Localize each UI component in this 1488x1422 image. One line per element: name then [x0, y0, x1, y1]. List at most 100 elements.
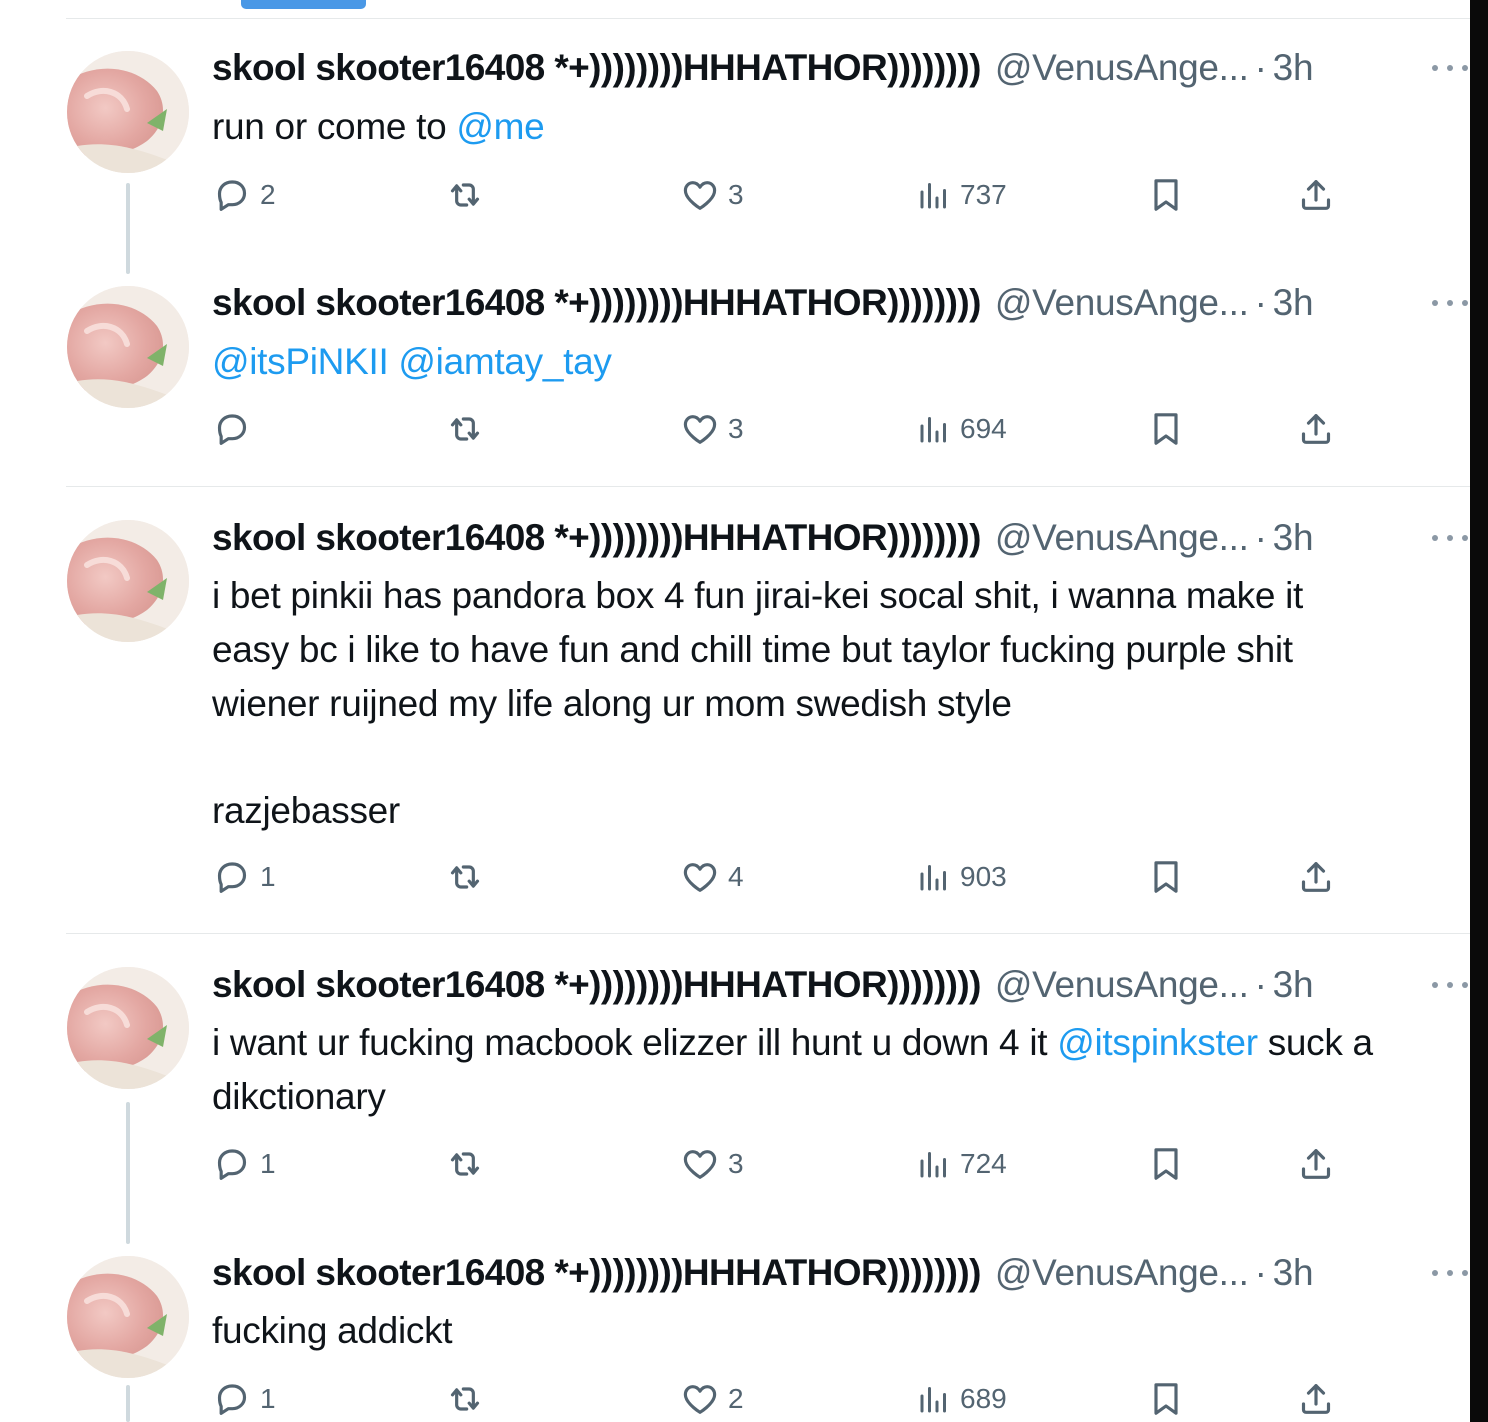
mention-link[interactable]: @iamtay_tay: [398, 341, 611, 382]
retweet-arrows-icon: [444, 409, 486, 449]
avatar[interactable]: [67, 520, 189, 642]
separator-dot: ·: [1254, 1252, 1267, 1293]
author-name[interactable]: skool skooter16408 *+))))))))HHHATHOR)))…: [212, 962, 981, 1008]
share-button[interactable]: [1296, 857, 1336, 897]
reply-count: 1: [260, 861, 276, 892]
tweet-actions: 1 4 903: [212, 857, 1342, 897]
views-button[interactable]: 689: [916, 1379, 1007, 1419]
like-button[interactable]: 3: [680, 1144, 744, 1184]
author-handle[interactable]: @VenusAnge...: [995, 962, 1249, 1008]
tweet-text-segment: fucking addickt: [212, 1310, 453, 1351]
heart-icon: [680, 409, 720, 449]
mention-link[interactable]: @itsPiNKII: [212, 341, 389, 382]
reply-bubble-icon: [212, 1144, 252, 1184]
more-dots-icon[interactable]: [1432, 1267, 1468, 1279]
bar-chart-icon: [916, 857, 952, 897]
reply-button[interactable]: [212, 409, 260, 449]
tweet-header: skool skooter16408 *+))))))))HHHATHOR)))…: [212, 280, 1314, 326]
bar-chart-icon: [916, 1144, 952, 1184]
views-button[interactable]: 724: [916, 1144, 1007, 1184]
reply-button[interactable]: 1: [212, 1379, 276, 1419]
bookmark-button[interactable]: [1146, 175, 1186, 215]
avatar[interactable]: [67, 967, 189, 1089]
retweet-button[interactable]: [444, 857, 494, 897]
tweet-text-segment: i want ur fucking macbook elizzer ill hu…: [212, 1022, 1058, 1063]
tweet-text-line: easy bc i like to have fun and chill tim…: [212, 629, 1293, 670]
reply-count: 2: [260, 179, 276, 210]
like-button[interactable]: 4: [680, 857, 744, 897]
mention-link[interactable]: @me: [456, 106, 544, 147]
tweet-divider: [66, 933, 1470, 934]
like-count: 4: [728, 861, 744, 892]
more-dots-icon[interactable]: [1432, 532, 1468, 544]
timestamp[interactable]: 3h: [1273, 45, 1314, 91]
reply-bubble-icon: [212, 1379, 252, 1419]
bookmark-button[interactable]: [1146, 1144, 1186, 1184]
like-count: 3: [728, 1148, 744, 1179]
thread-connector-line: [126, 1385, 130, 1422]
tweet-header: skool skooter16408 *+))))))))HHHATHOR)))…: [212, 515, 1314, 561]
bookmark-icon: [1146, 175, 1186, 215]
like-button[interactable]: 2: [680, 1379, 744, 1419]
bookmark-icon: [1146, 1379, 1186, 1419]
bar-chart-icon: [916, 1379, 952, 1419]
more-dots-icon[interactable]: [1432, 62, 1468, 74]
views-count: 903: [960, 861, 1007, 892]
avatar[interactable]: [67, 51, 189, 173]
heart-icon: [680, 1144, 720, 1184]
author-name[interactable]: skool skooter16408 *+))))))))HHHATHOR)))…: [212, 45, 981, 91]
tweet-divider: [66, 486, 1470, 487]
author-name[interactable]: skool skooter16408 *+))))))))HHHATHOR)))…: [212, 515, 981, 561]
bookmark-button[interactable]: [1146, 409, 1186, 449]
heart-icon: [680, 857, 720, 897]
tweet-text-segment: run or come to: [212, 106, 457, 147]
reply-button[interactable]: 1: [212, 1144, 276, 1184]
tweet-actions: 2 3 737: [212, 175, 1342, 215]
share-upload-icon: [1296, 1379, 1336, 1419]
like-button[interactable]: 3: [680, 409, 744, 449]
views-button[interactable]: 694: [916, 409, 1007, 449]
timestamp[interactable]: 3h: [1273, 962, 1314, 1008]
retweet-button[interactable]: [444, 175, 494, 215]
timestamp[interactable]: 3h: [1273, 1250, 1314, 1296]
views-button[interactable]: 737: [916, 175, 1007, 215]
reply-bubble-icon: [212, 857, 252, 897]
retweet-button[interactable]: [444, 409, 494, 449]
author-handle[interactable]: @VenusAnge...: [995, 515, 1249, 561]
share-button[interactable]: [1296, 175, 1336, 215]
heart-icon: [680, 175, 720, 215]
tweet-text-segment: [388, 341, 398, 382]
author-handle[interactable]: @VenusAnge...: [995, 280, 1249, 326]
author-name[interactable]: skool skooter16408 *+))))))))HHHATHOR)))…: [212, 280, 981, 326]
more-dots-icon[interactable]: [1432, 297, 1468, 309]
share-button[interactable]: [1296, 409, 1336, 449]
reply-button[interactable]: 1: [212, 857, 276, 897]
retweet-button[interactable]: [444, 1379, 494, 1419]
reply-count: 1: [260, 1148, 276, 1179]
retweet-button[interactable]: [444, 1144, 494, 1184]
thread-connector-line: [126, 183, 130, 274]
bar-chart-icon: [916, 409, 952, 449]
avatar[interactable]: [67, 1256, 189, 1378]
timestamp[interactable]: 3h: [1273, 280, 1314, 326]
bookmark-button[interactable]: [1146, 857, 1186, 897]
author-handle[interactable]: @VenusAnge...: [995, 1250, 1249, 1296]
tweet-header: skool skooter16408 *+))))))))HHHATHOR)))…: [212, 1250, 1314, 1296]
reply-button[interactable]: 2: [212, 175, 276, 215]
views-button[interactable]: 903: [916, 857, 1007, 897]
share-button[interactable]: [1296, 1144, 1336, 1184]
like-button[interactable]: 3: [680, 175, 744, 215]
timestamp[interactable]: 3h: [1273, 515, 1314, 561]
bookmark-button[interactable]: [1146, 1379, 1186, 1419]
avatar[interactable]: [67, 286, 189, 408]
author-name[interactable]: skool skooter16408 *+))))))))HHHATHOR)))…: [212, 1250, 981, 1296]
views-count: 737: [960, 179, 1007, 210]
share-upload-icon: [1296, 175, 1336, 215]
author-handle[interactable]: @VenusAnge...: [995, 45, 1249, 91]
bar-chart-icon: [916, 175, 952, 215]
mention-link[interactable]: @itspinkster: [1057, 1022, 1258, 1063]
share-upload-icon: [1296, 857, 1336, 897]
more-dots-icon[interactable]: [1432, 979, 1468, 991]
tweet-actions: 1 2 689: [212, 1379, 1342, 1419]
share-button[interactable]: [1296, 1379, 1336, 1419]
